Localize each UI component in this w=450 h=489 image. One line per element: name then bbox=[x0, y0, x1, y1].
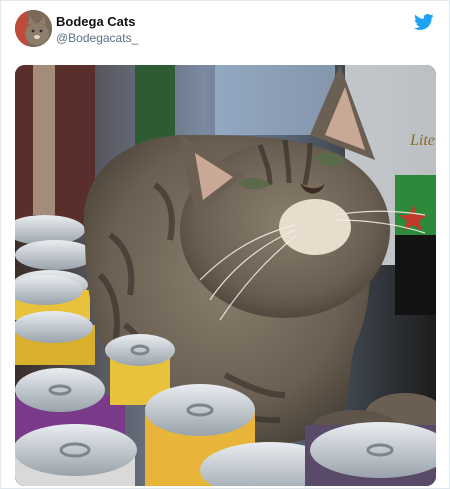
display-name[interactable]: Bodega Cats bbox=[56, 14, 135, 29]
tweet-card: Bodega Cats @Bodegacats_ Lite bbox=[0, 0, 450, 489]
tweet-photo[interactable]: Lite bbox=[15, 65, 436, 486]
cat-on-cans-photo: Lite bbox=[15, 65, 436, 486]
avatar[interactable] bbox=[15, 10, 52, 47]
twitter-bird-icon[interactable] bbox=[413, 12, 435, 32]
can-brand-label: Lite bbox=[409, 132, 435, 149]
tweet-header: Bodega Cats @Bodegacats_ bbox=[15, 10, 435, 50]
cat-avatar-icon bbox=[15, 10, 52, 47]
user-handle[interactable]: @Bodegacats_ bbox=[56, 31, 138, 45]
